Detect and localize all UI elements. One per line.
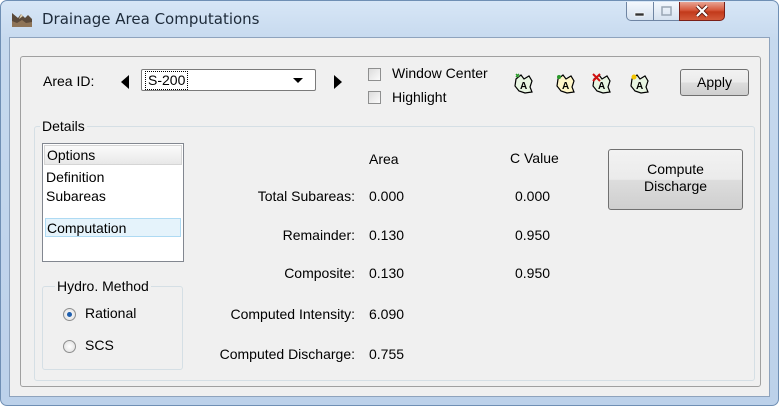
scs-label: SCS	[85, 337, 114, 353]
remainder-label: Remainder:	[282, 227, 355, 243]
svg-text:A: A	[562, 81, 569, 92]
rational-radio[interactable]	[63, 308, 76, 321]
close-button[interactable]	[679, 2, 725, 21]
radio-selected-dot	[67, 312, 72, 317]
area-edit-icon[interactable]: A	[555, 73, 577, 95]
composite-c-value: 0.950	[515, 265, 551, 281]
computed-discharge-value: 0.755	[369, 346, 405, 362]
composite-area: 0.130	[369, 265, 405, 281]
next-area-arrow-icon[interactable]	[334, 75, 342, 89]
maximize-button[interactable]	[653, 2, 680, 21]
chevron-down-icon[interactable]	[293, 78, 303, 83]
apply-button[interactable]: Apply	[680, 69, 749, 96]
list-item-subareas[interactable]: Subareas	[45, 187, 181, 206]
area-id-label: Area ID:	[43, 73, 95, 89]
area-column-header: Area	[369, 151, 399, 167]
rational-label: Rational	[85, 305, 137, 321]
remainder-c-value: 0.950	[515, 227, 551, 243]
minimize-icon	[634, 12, 645, 17]
title-bar[interactable]: Drainage Area Computations	[1, 1, 778, 37]
svg-text:A: A	[598, 81, 605, 92]
apply-button-label: Apply	[696, 74, 733, 90]
window-title: Drainage Area Computations	[42, 10, 260, 28]
area-delete-icon[interactable]: A	[591, 73, 613, 95]
remainder-area: 0.130	[369, 227, 405, 243]
total-subareas-label: Total Subareas:	[257, 188, 355, 204]
area-id-value: S-200	[145, 71, 189, 90]
compute-button-line1: Compute	[647, 161, 704, 177]
computed-discharge-label: Computed Discharge:	[219, 346, 355, 362]
maximize-icon	[661, 6, 672, 16]
composite-label: Composite:	[284, 265, 355, 281]
total-subareas-c-value: 0.000	[515, 188, 551, 204]
minimize-button[interactable]	[626, 2, 654, 21]
window-center-checkbox[interactable]	[368, 68, 381, 81]
area-add-icon[interactable]: A	[513, 73, 535, 95]
previous-area-arrow-icon[interactable]	[121, 75, 129, 89]
details-group-label: Details	[40, 118, 87, 134]
list-item-computation[interactable]: Computation	[45, 218, 181, 237]
options-header: Options	[44, 145, 182, 165]
svg-text:A: A	[520, 81, 527, 92]
close-icon	[695, 4, 709, 18]
options-header-label: Options	[47, 147, 96, 163]
hydro-method-label: Hydro. Method	[55, 278, 151, 294]
area-id-combobox[interactable]: S-200	[141, 69, 316, 91]
svg-text:A: A	[636, 81, 643, 92]
hydro-method-group	[42, 286, 183, 370]
c-value-column-header: C Value	[510, 150, 559, 166]
options-listbox[interactable]: Options Definition Subareas Computation	[42, 143, 184, 262]
compute-discharge-button[interactable]: Compute Discharge	[608, 149, 743, 210]
total-subareas-area: 0.000	[369, 188, 405, 204]
highlight-checkbox[interactable]	[368, 91, 381, 104]
compute-button-line2: Discharge	[643, 178, 708, 194]
scs-radio[interactable]	[63, 340, 76, 353]
computed-intensity-label: Computed Intensity:	[230, 306, 355, 322]
app-icon	[12, 13, 32, 27]
computed-intensity-value: 6.090	[369, 306, 405, 322]
list-item-definition[interactable]: Definition	[45, 168, 181, 187]
window-center-label: Window Center	[392, 65, 488, 81]
dialog-window: Drainage Area Computations Area ID: S-20…	[0, 0, 779, 406]
highlight-label: Highlight	[392, 89, 447, 105]
area-locate-icon[interactable]: A	[629, 73, 651, 95]
